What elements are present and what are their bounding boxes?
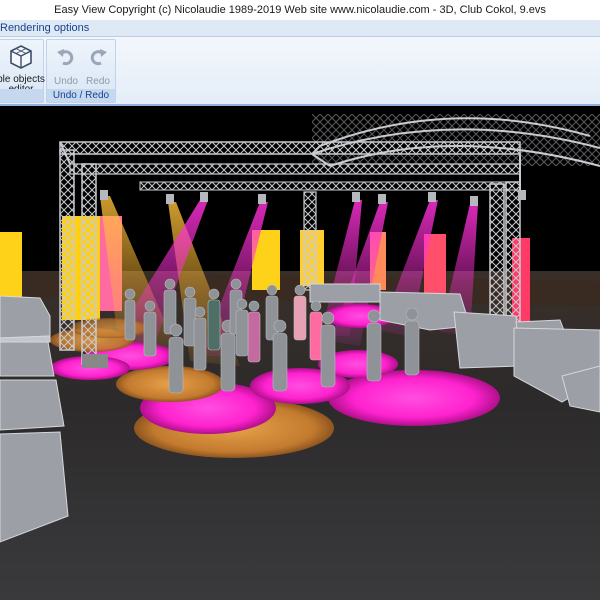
redo-icon — [90, 49, 107, 66]
front-truss — [59, 141, 521, 191]
truss-tower-center — [303, 191, 317, 291]
tab-rendering-options[interactable]: Rendering options — [0, 20, 95, 37]
window-title-bar: Easy View Copyright (c) Nicolaudie 1989-… — [0, 0, 600, 20]
redo-label: Redo — [86, 76, 110, 87]
person — [124, 288, 136, 341]
window-title: Easy View Copyright (c) Nicolaudie 1989-… — [54, 4, 546, 16]
undo-label: Undo — [54, 76, 78, 87]
undo-icon — [57, 49, 74, 66]
objects-editor-button[interactable]: ble objects editor — [0, 42, 45, 95]
cube-objects-icon — [10, 45, 32, 69]
objects-group: ble objects editor — [0, 39, 45, 103]
redo-button[interactable]: Redo — [83, 42, 113, 87]
undo-redo-group: Undo Redo Undo / Redo — [46, 39, 116, 103]
club-scene — [0, 114, 600, 600]
undo-redo-group-label: Undo / Redo — [47, 89, 115, 102]
ribbon-tab-strip: Rendering options — [0, 20, 600, 37]
objects-group-label — [0, 89, 43, 102]
ribbon-panel: ble objects editor Undo Redo Undo / Redo — [0, 37, 600, 106]
3d-viewport[interactable] — [0, 106, 600, 600]
truss-arch-pattern — [312, 114, 600, 166]
undo-button[interactable]: Undo — [51, 42, 81, 87]
yellow-panel-left — [0, 232, 22, 306]
magenta-floor-spot — [328, 370, 500, 426]
